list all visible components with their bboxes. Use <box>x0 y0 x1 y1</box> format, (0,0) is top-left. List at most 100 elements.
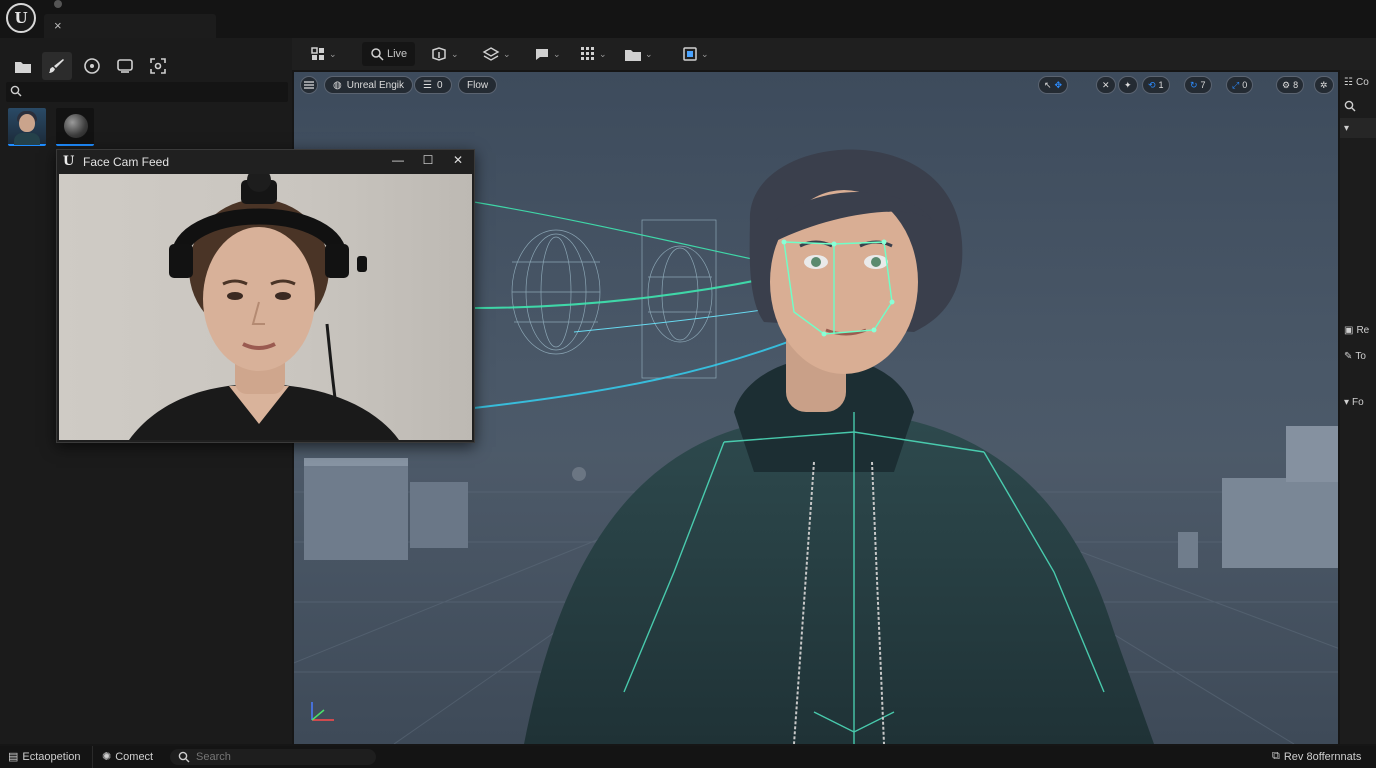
foliage-section[interactable]: ▾ Fo <box>1340 392 1376 412</box>
hamburger-menu-icon[interactable] <box>300 76 318 94</box>
search-icon <box>10 85 22 100</box>
face-cam-window[interactable]: U Face Cam Feed — ☐ ✕ <box>56 149 475 443</box>
brush-icon[interactable] <box>42 52 72 80</box>
chevron-down-icon: ⌄ <box>329 48 337 59</box>
content-drawer-label: Ectaopetion <box>22 750 81 763</box>
chevron-down-icon: ⌄ <box>503 48 511 59</box>
title-bar: U × <box>0 0 1376 38</box>
connect-button[interactable]: ✺ Comect <box>102 750 154 764</box>
document-tab[interactable]: × <box>44 14 216 38</box>
live-search-icon <box>371 48 384 61</box>
render-tab[interactable]: ▣ Re <box>1340 320 1376 340</box>
camera-speed-button[interactable]: ⚙ 8 <box>1276 76 1305 94</box>
folder-icon <box>625 49 641 61</box>
search-icon <box>1344 100 1356 112</box>
chevron-down-icon: ⌄ <box>553 48 561 59</box>
search-icon <box>178 751 190 766</box>
settings-icon[interactable]: ✲ <box>1314 76 1334 94</box>
folder-dropdown[interactable]: ⌄ <box>620 42 657 66</box>
content-browser-toolbar <box>0 52 292 82</box>
chevron-down-icon: ⌄ <box>451 48 459 59</box>
avatar-head <box>19 114 35 132</box>
outliner-search[interactable] <box>1340 96 1376 116</box>
outliner-row[interactable]: ▾ <box>1340 118 1376 138</box>
drawer-icon: ▤ <box>8 751 19 763</box>
angle-snap-button[interactable]: ↻ 7 <box>1184 76 1212 94</box>
content-drawer-button[interactable]: ▤ Ectaopetion <box>8 750 81 764</box>
live-link-button[interactable]: Live <box>362 42 416 66</box>
chevron-down-icon: ⌄ <box>701 48 709 59</box>
divider <box>92 746 93 768</box>
actor-face-illustration <box>129 174 399 440</box>
perspective-dropdown[interactable]: ◍ Unreal Engik <box>324 76 413 94</box>
tools-tab-label: To <box>1355 350 1366 362</box>
maximize-icon[interactable]: ☐ <box>419 153 437 171</box>
scale-icon: ⤢ <box>1232 79 1240 90</box>
viewport-overlay-toolbar: ◍ Unreal Engik ☰ 0 Flow ↖ ✥ ✕ ✦ ⟲ 1 ↻ 7 … <box>294 72 1338 102</box>
outliner-icon: ☷ <box>1344 76 1353 88</box>
cinematics-dropdown[interactable]: ⌄ <box>530 42 565 66</box>
flow-button[interactable]: Flow <box>458 76 498 94</box>
layout-grid-icon <box>311 47 324 60</box>
tools-tab[interactable]: ✎ To <box>1340 346 1376 366</box>
tools-icon: ✎ <box>1344 350 1353 362</box>
outliner-tab-label: Co <box>1355 76 1369 88</box>
grid-dropdown[interactable]: ⌄ <box>576 42 611 66</box>
face-cam-video-feed <box>59 174 472 440</box>
close-icon[interactable]: ✕ <box>449 153 467 171</box>
platforms-dropdown[interactable]: ⌄ <box>678 42 713 66</box>
layers-icon <box>482 47 500 61</box>
rotate-snap-value: 1 <box>1158 80 1164 90</box>
transform-tools-group[interactable]: ↖ ✥ <box>1038 76 1069 94</box>
minimize-icon[interactable]: — <box>389 153 407 171</box>
select-tool-icon[interactable]: ↖ <box>1044 80 1052 91</box>
console-search-input[interactable] <box>196 749 366 765</box>
scale-snap-value: 0 <box>1242 80 1248 90</box>
connect-icon: ✺ <box>102 751 112 763</box>
folder-icon[interactable] <box>8 52 38 80</box>
snap-icon[interactable]: ✦ <box>1118 76 1138 94</box>
layout-dropdown[interactable]: ⌄ <box>306 42 341 66</box>
list-icon: ☰ <box>423 79 432 91</box>
scale-snap-button[interactable]: ⤢ 0 <box>1226 76 1254 94</box>
flow-label: Flow <box>467 79 489 91</box>
unreal-logo-icon: U <box>63 154 75 169</box>
angle-icon: ↻ <box>1190 79 1198 90</box>
character-asset-thumbnail[interactable] <box>8 108 46 146</box>
render-tab-label: Re <box>1356 324 1370 336</box>
tab-indicator-dot <box>54 0 62 8</box>
dot-grid-icon <box>581 47 594 60</box>
revision-icon: ⧉ <box>1272 750 1280 762</box>
camera-speed-icon: ⚙ <box>1282 79 1291 90</box>
status-bar: ▤ Ectaopetion ✺ Comect ⧉ Rev 8offernnats <box>0 746 1376 768</box>
angle-snap-value: 7 <box>1200 80 1206 90</box>
console-search-field[interactable] <box>170 749 376 765</box>
rotate-snap-button[interactable]: ⟲ 1 <box>1142 76 1170 94</box>
material-sphere <box>64 114 88 138</box>
content-search-input[interactable] <box>6 82 288 102</box>
face-cam-title-bar[interactable]: U Face Cam Feed — ☐ ✕ <box>57 150 474 174</box>
live-label: Live <box>387 48 408 60</box>
material-sphere-thumbnail[interactable] <box>56 108 94 146</box>
clapper-icon <box>536 49 548 60</box>
add-actor-dropdown[interactable]: ⌄ <box>426 42 463 66</box>
unreal-logo-icon[interactable]: U <box>6 3 36 33</box>
chevron-down-icon: ⌄ <box>599 48 607 59</box>
details-panel: ☷ Co ▾ ▣ Re ✎ To ▾ Fo <box>1340 70 1376 744</box>
perspective-icon: ◍ <box>333 79 342 91</box>
monitor-icon[interactable] <box>110 52 140 80</box>
view-mode-dropdown[interactable]: ☰ 0 <box>414 76 452 94</box>
move-tool-icon[interactable]: ✥ <box>1055 80 1063 91</box>
blueprint-dropdown[interactable]: ⌄ <box>478 42 515 66</box>
focus-frame-icon[interactable] <box>143 52 173 80</box>
cube-add-icon <box>432 47 446 61</box>
device-icon <box>683 47 697 61</box>
camera-speed-value: 8 <box>1293 80 1299 90</box>
render-icon: ▣ <box>1344 324 1354 336</box>
revision-control-button[interactable]: ⧉ Rev 8offernnats <box>1272 750 1361 763</box>
bone-icon[interactable]: ✕ <box>1096 76 1116 94</box>
close-tab-icon[interactable]: × <box>54 18 62 33</box>
target-icon[interactable] <box>77 52 107 80</box>
connect-label: Comect <box>115 750 154 763</box>
outliner-tab[interactable]: ☷ Co <box>1340 72 1376 92</box>
